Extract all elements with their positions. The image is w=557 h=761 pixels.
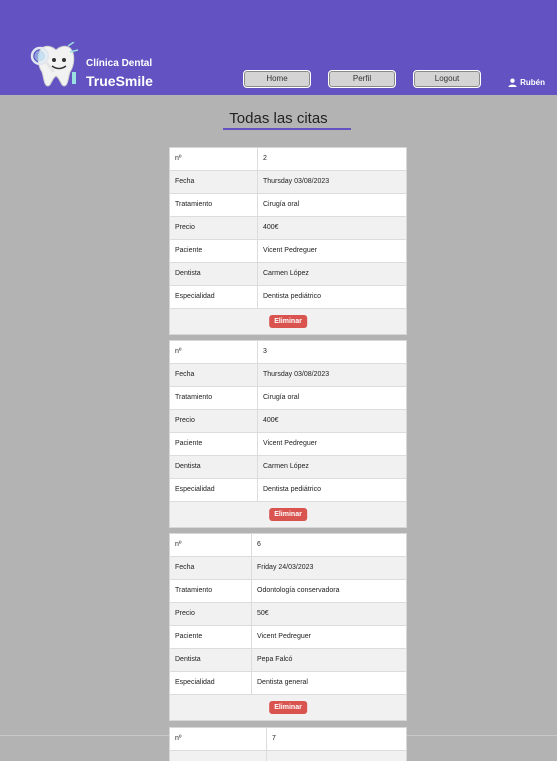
- num-label: nº: [170, 341, 258, 363]
- treatment-label: Tratamiento: [170, 580, 252, 602]
- appointment-card: nº 7: [169, 727, 407, 761]
- page-title: Todas las citas: [229, 110, 328, 127]
- treatment-value: Cirugía oral: [263, 394, 300, 401]
- price-value: 400€: [263, 224, 279, 231]
- num-value: 3: [263, 348, 267, 355]
- num-label: nº: [170, 148, 258, 170]
- user-menu[interactable]: Rubén: [508, 78, 545, 87]
- nav-logout-button[interactable]: Logout: [413, 70, 481, 88]
- num-value: 2: [263, 155, 267, 162]
- treatment-value: Odontología conservadora: [257, 587, 340, 594]
- delete-button[interactable]: Eliminar: [269, 508, 307, 521]
- price-value: 400€: [263, 417, 279, 424]
- specialty-value: Dentista general: [257, 679, 308, 686]
- date-label: Fecha: [170, 557, 252, 579]
- date-value: Thursday 03/08/2023: [263, 371, 330, 378]
- price-label: Precio: [170, 603, 252, 625]
- brand-title: TrueSmile: [86, 73, 153, 89]
- dentist-label: Dentista: [170, 649, 252, 671]
- num-value: 6: [257, 541, 261, 548]
- tooth-logo-icon: [30, 42, 79, 87]
- patient-label: Paciente: [170, 626, 252, 648]
- user-name: Rubén: [520, 78, 545, 87]
- patient-label: Paciente: [170, 240, 258, 262]
- price-value: 50€: [257, 610, 269, 617]
- num-label: nº: [170, 534, 252, 556]
- specialty-value: Dentista pediátrico: [263, 486, 321, 493]
- patient-value: Vicent Pedreguer: [263, 247, 317, 254]
- specialty-label: Especialidad: [170, 286, 258, 308]
- date-value: Thursday 03/08/2023: [263, 178, 330, 185]
- nav-profile-button[interactable]: Perfil: [328, 70, 396, 88]
- dentist-label: Dentista: [170, 263, 258, 285]
- specialty-value: Dentista pediátrico: [263, 293, 321, 300]
- nav-home-button[interactable]: Home: [243, 70, 311, 88]
- date-label: Fecha: [170, 171, 258, 193]
- treatment-label: Tratamiento: [170, 387, 258, 409]
- patient-label: Paciente: [170, 433, 258, 455]
- title-underline: [223, 128, 351, 130]
- brand-subtitle: Clínica Dental: [86, 58, 153, 69]
- treatment-label: Tratamiento: [170, 194, 258, 216]
- specialty-label: Especialidad: [170, 479, 258, 501]
- price-label: Precio: [170, 410, 258, 432]
- patient-value: Vicent Pedreguer: [257, 633, 311, 640]
- patient-value: Vicent Pedreguer: [263, 440, 317, 447]
- dentist-value: Pepa Falcó: [257, 656, 293, 663]
- delete-button[interactable]: Eliminar: [269, 315, 307, 328]
- appointment-card: nº 6 Fecha Friday 24/03/2023 Tratamiento Od…: [169, 533, 407, 721]
- num-value: 7: [272, 735, 276, 742]
- specialty-label: Especialidad: [170, 672, 252, 694]
- header: Clínica Dental TrueSmile Home Perfil Log…: [0, 0, 557, 95]
- dentist-value: Carmen López: [263, 463, 309, 470]
- price-label: Precio: [170, 217, 258, 239]
- user-icon: [508, 78, 517, 87]
- appointment-card: nº 3 Fecha Thursday 03/08/2023 Tratamiento…: [169, 340, 407, 528]
- date-value: Friday 24/03/2023: [257, 564, 314, 571]
- treatment-value: Cirugía oral: [263, 201, 300, 208]
- num-label: nº: [170, 728, 267, 750]
- date-label: Fecha: [170, 364, 258, 386]
- delete-button[interactable]: Eliminar: [269, 701, 307, 714]
- dentist-label: Dentista: [170, 456, 258, 478]
- dentist-value: Carmen López: [263, 270, 309, 277]
- appointment-card: nº 2 Fecha Thursday 03/08/2023 Tratamiento…: [169, 147, 407, 335]
